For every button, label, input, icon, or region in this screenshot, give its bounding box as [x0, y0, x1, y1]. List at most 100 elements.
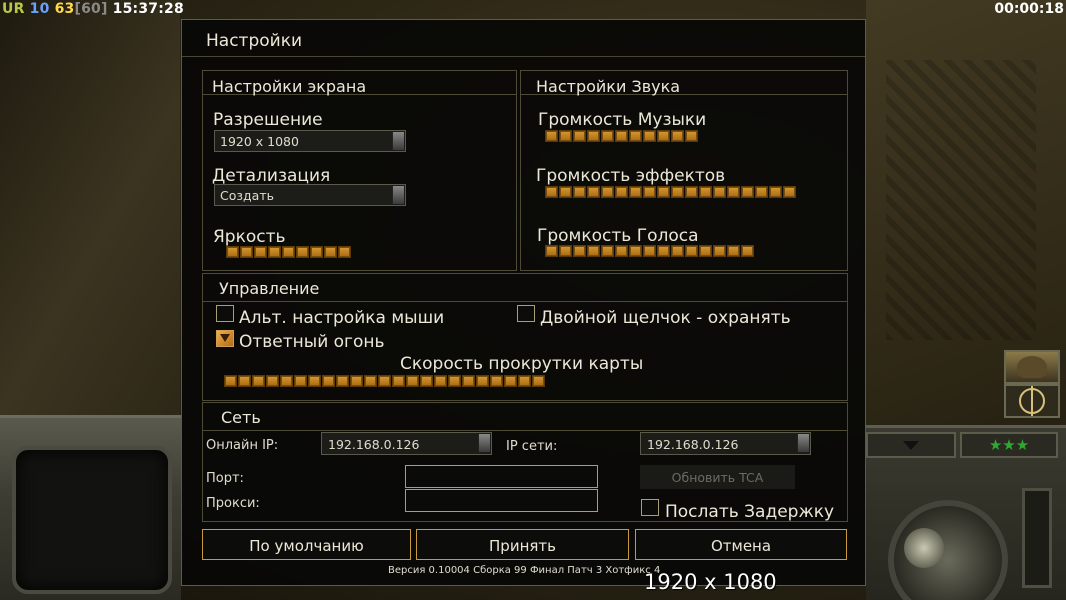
- slider-segment: [601, 186, 614, 198]
- scroll-speed-slider[interactable]: [224, 375, 545, 387]
- slider-segment: [559, 245, 572, 257]
- brightness-label: Яркость: [213, 227, 286, 247]
- hud-value-1: 10: [29, 1, 50, 17]
- resolution-label: Разрешение: [213, 110, 323, 130]
- controls-panel: Управление Альт. настройка мыши Двойной …: [202, 273, 848, 401]
- slider-segment: [434, 375, 447, 387]
- slider-segment: [699, 245, 712, 257]
- slider-segment: [713, 245, 726, 257]
- slider-segment: [629, 245, 642, 257]
- return-fire-label: Ответный огонь: [239, 332, 385, 352]
- send-delay-checkbox[interactable]: [641, 499, 659, 516]
- slider-segment: [685, 130, 698, 142]
- dialog-title: Настройки: [206, 31, 303, 51]
- title-divider: [182, 56, 865, 57]
- sound-settings-panel: Настройки Звука Громкость Музыки Громкос…: [520, 70, 848, 271]
- voice-volume-label: Громкость Голоса: [537, 226, 699, 246]
- scroll-speed-label: Скорость прокрутки карты: [400, 354, 644, 374]
- port-input[interactable]: [405, 465, 598, 488]
- slider-segment: [504, 375, 517, 387]
- officer-portrait-button[interactable]: [1004, 350, 1060, 384]
- alt-mouse-label: Альт. настройка мыши: [239, 308, 445, 328]
- cancel-button[interactable]: Отмена: [635, 529, 847, 560]
- slider-segment: [378, 375, 391, 387]
- slider-segment: [462, 375, 475, 387]
- scroll-arrow-icon[interactable]: [392, 132, 404, 150]
- slider-segment: [294, 375, 307, 387]
- slider-segment: [420, 375, 433, 387]
- detail-dropdown[interactable]: Создать: [214, 184, 406, 206]
- slider-segment: [587, 130, 600, 142]
- send-delay-label: Послать Задержку: [665, 502, 835, 522]
- hud-clock: 15:37:28: [112, 1, 184, 17]
- alt-mouse-checkbox[interactable]: [216, 305, 234, 322]
- slider-segment: [224, 375, 237, 387]
- proxy-input[interactable]: [405, 489, 598, 512]
- slider-segment: [685, 186, 698, 198]
- slider-segment: [671, 245, 684, 257]
- chevron-down-icon: [903, 440, 919, 450]
- music-volume-slider[interactable]: [545, 130, 698, 142]
- double-click-checkbox[interactable]: [517, 305, 535, 322]
- slider-segment: [310, 246, 323, 258]
- proxy-label: Прокси:: [206, 496, 260, 511]
- return-fire-checkbox[interactable]: [216, 330, 234, 347]
- slider-segment: [615, 186, 628, 198]
- voice-volume-slider[interactable]: [545, 245, 754, 257]
- update-tca-button[interactable]: Обновить TCA: [640, 465, 795, 489]
- slider-segment: [545, 245, 558, 257]
- version-text: Версия 0.10004 Сборка 99 Финал Патч 3 Хо…: [388, 565, 661, 576]
- scroll-arrow-icon[interactable]: [797, 434, 809, 452]
- slider-segment: [350, 375, 363, 387]
- slider-segment: [629, 186, 642, 198]
- slider-segment: [783, 186, 796, 198]
- accept-button[interactable]: Принять: [416, 529, 629, 560]
- resolution-value: 1920 x 1080: [220, 134, 299, 149]
- slider-segment: [699, 186, 712, 198]
- lan-ip-field[interactable]: 192.168.0.126: [640, 432, 811, 455]
- slider-segment: [545, 186, 558, 198]
- hud-timer: 00:00:18: [994, 1, 1064, 17]
- resolution-tooltip: 1920 x 1080: [644, 570, 777, 594]
- lan-ip-value: 192.168.0.126: [647, 437, 739, 452]
- slider-segment: [685, 245, 698, 257]
- brightness-slider[interactable]: [226, 246, 351, 258]
- slider-segment: [448, 375, 461, 387]
- slider-segment: [671, 130, 684, 142]
- port-label: Порт:: [206, 471, 244, 486]
- slider-segment: [532, 375, 545, 387]
- default-button[interactable]: По умолчанию: [202, 529, 411, 560]
- slider-segment: [643, 186, 656, 198]
- slider-segment: [238, 375, 251, 387]
- slider-segment: [615, 245, 628, 257]
- console-slot: [1022, 488, 1052, 588]
- hud-stats: UR 10 63[60] 15:37:28: [2, 1, 184, 17]
- slider-segment: [559, 186, 572, 198]
- slider-segment: [587, 245, 600, 257]
- scroll-arrow-icon[interactable]: [478, 434, 490, 452]
- slider-segment: [643, 245, 656, 257]
- slider-segment: [476, 375, 489, 387]
- officer-portrait-icon: [1017, 356, 1047, 378]
- slider-segment: [336, 375, 349, 387]
- slider-segment: [240, 246, 253, 258]
- sound-panel-title: Настройки Звука: [536, 77, 681, 96]
- network-divider: [203, 430, 847, 431]
- selection-dropdown[interactable]: [866, 432, 956, 458]
- slider-segment: [322, 375, 335, 387]
- slider-segment: [392, 375, 405, 387]
- effects-volume-slider[interactable]: [545, 186, 796, 198]
- online-ip-field[interactable]: 192.168.0.126: [321, 432, 492, 455]
- rank-stars: ★★★: [960, 432, 1058, 458]
- scroll-arrow-icon[interactable]: [392, 186, 404, 204]
- slider-segment: [727, 186, 740, 198]
- double-click-label: Двойной щелчок - охранять: [540, 308, 791, 328]
- slider-segment: [280, 375, 293, 387]
- slider-segment: [657, 186, 670, 198]
- compass-button[interactable]: [1004, 384, 1060, 418]
- slider-segment: [573, 186, 586, 198]
- slider-segment: [268, 246, 281, 258]
- slider-segment: [296, 246, 309, 258]
- resolution-dropdown[interactable]: 1920 x 1080: [214, 130, 406, 152]
- slider-segment: [545, 130, 558, 142]
